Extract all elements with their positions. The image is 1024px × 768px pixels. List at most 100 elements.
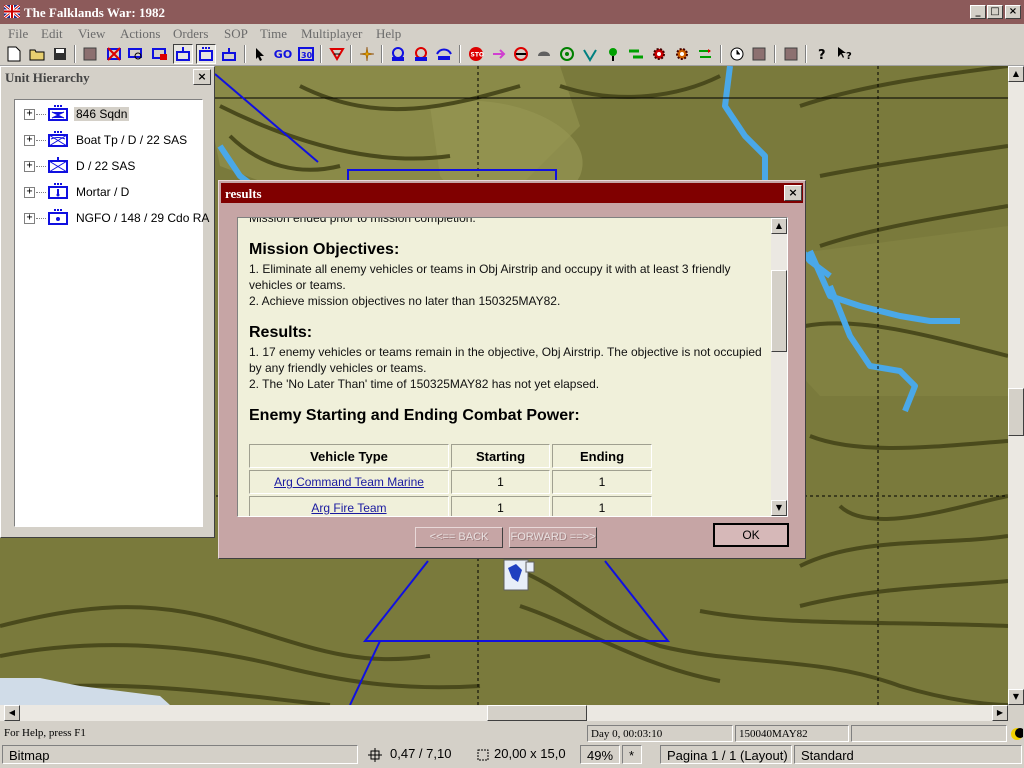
scroll-right-icon[interactable]: ▶ bbox=[992, 705, 1008, 721]
scroll-down-icon[interactable]: ▼ bbox=[1008, 689, 1024, 705]
objectives-heading: Mission Objectives: bbox=[249, 241, 400, 258]
vehicle-type-link[interactable]: Arg Command Team Marine bbox=[274, 475, 424, 489]
menu-time[interactable]: Time bbox=[260, 26, 287, 42]
map-horizontal-scrollbar[interactable]: ◀ ▶ bbox=[0, 705, 1008, 721]
close-button[interactable]: × bbox=[1005, 5, 1021, 19]
menu-help[interactable]: Help bbox=[376, 26, 401, 42]
delete-unit-icon[interactable] bbox=[104, 44, 124, 64]
panel-title: Unit Hierarchy bbox=[5, 70, 90, 85]
svg-text:STOP: STOP bbox=[471, 52, 485, 59]
check-icon[interactable] bbox=[580, 44, 600, 64]
tree-node-label: 846 Sqdn bbox=[74, 107, 130, 121]
smoke-icon[interactable] bbox=[534, 44, 554, 64]
result-item: 1. 17 enemy vehicles or teams remain in … bbox=[249, 345, 762, 375]
menu-sop[interactable]: SOP bbox=[224, 26, 248, 42]
menu-view[interactable]: View bbox=[78, 26, 105, 42]
tree-node[interactable]: + D / 22 SAS bbox=[15, 155, 203, 177]
swap-icon[interactable] bbox=[695, 44, 715, 64]
horizontal-scroll-thumb[interactable] bbox=[487, 705, 587, 721]
timer-icon[interactable]: 30 bbox=[296, 44, 316, 64]
page-style: Standard bbox=[794, 745, 1022, 764]
draw-line-icon[interactable] bbox=[327, 44, 347, 64]
new-file-icon[interactable] bbox=[4, 44, 24, 64]
show-units-icon[interactable] bbox=[196, 44, 216, 64]
attach-unit-icon[interactable] bbox=[150, 44, 170, 64]
tree-node[interactable]: + Boat Tp / D / 22 SAS bbox=[15, 129, 203, 151]
menu-file[interactable]: File bbox=[8, 26, 28, 42]
scroll-down-icon[interactable]: ▼ bbox=[771, 500, 787, 516]
status-pane bbox=[851, 725, 1007, 742]
help-icon[interactable]: ? bbox=[812, 44, 832, 64]
stop-icon[interactable]: STOP bbox=[466, 44, 486, 64]
move-order-icon[interactable] bbox=[388, 44, 408, 64]
unit-tree: + 846 Sqdn + Boat Tp / D / 22 SAS + D / … bbox=[14, 99, 209, 527]
expand-icon[interactable]: + bbox=[24, 135, 35, 146]
results-report[interactable]: Mission ended prior to mission completio… bbox=[237, 217, 788, 517]
panel-close-button[interactable]: × bbox=[193, 69, 211, 85]
rally-point-icon[interactable] bbox=[603, 44, 623, 64]
zoom-level[interactable]: 49% bbox=[580, 745, 620, 764]
pointer-icon[interactable] bbox=[250, 44, 270, 64]
assault-order-icon[interactable] bbox=[411, 44, 431, 64]
ok-button[interactable]: OK bbox=[713, 523, 789, 547]
target-icon[interactable] bbox=[557, 44, 577, 64]
artillery-gear-icon[interactable] bbox=[672, 44, 692, 64]
results-dialog: results × Mission ended prior to mission… bbox=[218, 180, 806, 559]
cease-fire-icon[interactable] bbox=[511, 44, 531, 64]
expand-icon[interactable]: + bbox=[24, 161, 35, 172]
expand-icon[interactable]: + bbox=[24, 213, 35, 224]
union-jack-icon bbox=[4, 5, 20, 18]
open-folder-icon[interactable] bbox=[27, 44, 47, 64]
map-vertical-scrollbar[interactable]: ▲ ▼ bbox=[1008, 66, 1024, 705]
results-heading: Results: bbox=[249, 324, 313, 341]
scroll-up-icon[interactable]: ▲ bbox=[771, 218, 787, 234]
selection-size-icon bbox=[477, 749, 489, 761]
show-hq-icon[interactable] bbox=[173, 44, 193, 64]
menu-bar: File Edit View Actions Orders SOP Time M… bbox=[0, 24, 1024, 42]
ending-count: 1 bbox=[552, 496, 652, 516]
maximize-button[interactable]: □ bbox=[987, 5, 1003, 19]
minimize-button[interactable]: _ bbox=[970, 5, 986, 19]
menu-actions[interactable]: Actions bbox=[120, 26, 160, 42]
report-scroll-thumb[interactable] bbox=[771, 270, 787, 352]
go-button[interactable]: GO bbox=[273, 44, 293, 64]
show-subunits-icon[interactable] bbox=[219, 44, 239, 64]
back-button[interactable]: <<== BACK bbox=[415, 527, 503, 548]
svg-text:?: ? bbox=[846, 51, 852, 62]
column-header: Ending bbox=[552, 444, 652, 468]
column-header: Vehicle Type bbox=[249, 444, 449, 468]
map-panel-icon[interactable] bbox=[781, 44, 801, 64]
aviation-unit-icon bbox=[48, 105, 68, 121]
scroll-left-icon[interactable]: ◀ bbox=[4, 705, 20, 721]
compass-star-icon[interactable] bbox=[357, 44, 377, 64]
tree-node[interactable]: + NGFO / 148 / 29 Cdo RA bbox=[15, 207, 209, 229]
context-help-icon[interactable]: ? bbox=[835, 44, 855, 64]
window-title: The Falklands War: 1982 bbox=[24, 5, 165, 20]
dialog-title-bar: results × bbox=[221, 183, 803, 203]
find-unit-icon[interactable] bbox=[126, 44, 146, 64]
menu-orders[interactable]: Orders bbox=[173, 26, 208, 42]
settings-gear-icon[interactable] bbox=[649, 44, 669, 64]
vertical-scroll-thumb[interactable] bbox=[1008, 388, 1024, 436]
clock-icon[interactable] bbox=[727, 44, 747, 64]
forward-button[interactable]: FORWARD ==>> bbox=[509, 527, 597, 548]
menu-edit[interactable]: Edit bbox=[41, 26, 63, 42]
route-icon[interactable] bbox=[626, 44, 646, 64]
pause-panel-icon[interactable] bbox=[749, 44, 769, 64]
scroll-up-icon[interactable]: ▲ bbox=[1008, 66, 1024, 82]
save-disk-icon[interactable] bbox=[50, 44, 70, 64]
mount-order-icon[interactable] bbox=[434, 44, 454, 64]
direct-fire-icon[interactable] bbox=[489, 44, 509, 64]
tree-node[interactable]: + Mortar / D bbox=[15, 181, 203, 203]
expand-icon[interactable]: + bbox=[24, 109, 35, 120]
dialog-close-button[interactable]: × bbox=[784, 185, 802, 201]
menu-multiplayer[interactable]: Multiplayer bbox=[301, 26, 362, 42]
expand-icon[interactable]: + bbox=[24, 187, 35, 198]
table-row: Arg Fire Team 1 1 bbox=[249, 496, 652, 516]
unit-panel-icon[interactable] bbox=[80, 44, 100, 64]
report-scrollbar[interactable]: ▲ ▼ bbox=[771, 218, 787, 516]
vehicle-type-link[interactable]: Arg Fire Team bbox=[311, 501, 386, 515]
host-status-bar: Bitmap 0,47 / 7,10 20,00 x 15,0 49% * Pa… bbox=[0, 743, 1024, 768]
tree-node[interactable]: + 846 Sqdn bbox=[15, 103, 203, 125]
svg-text:30: 30 bbox=[301, 51, 313, 60]
